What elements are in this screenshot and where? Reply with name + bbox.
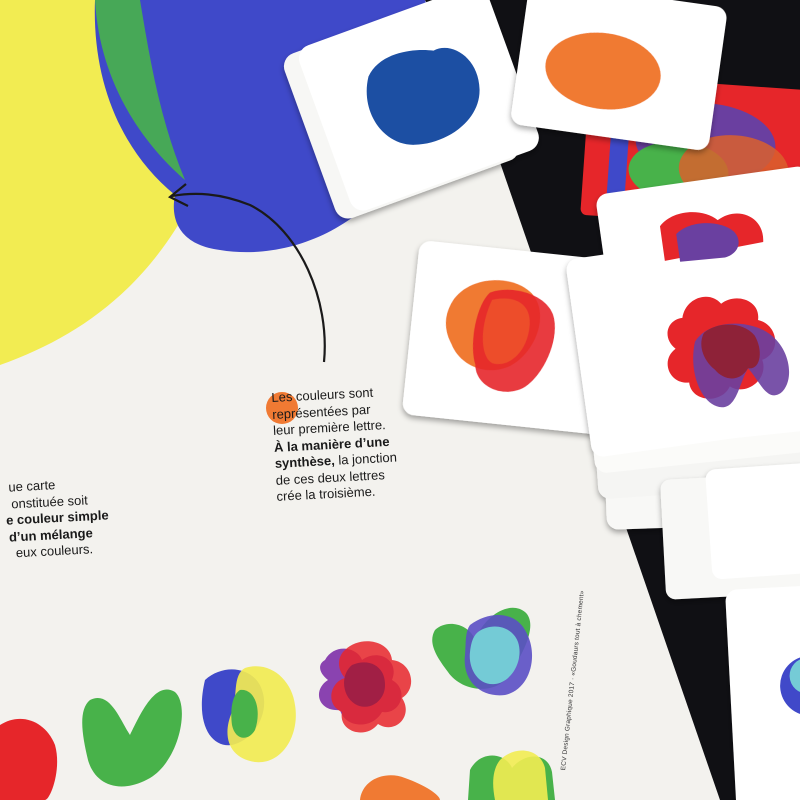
poster-text-right: Les couleurs sont représentées par leur …	[271, 384, 399, 506]
card-red-purple	[613, 249, 800, 448]
card-bottom-right	[725, 583, 800, 800]
lower-yellow-card-face	[705, 460, 800, 580]
right-text-line5-rest: la jonction	[334, 449, 398, 468]
poster-text-left: ue carte onstituée soit e couleur simple…	[0, 474, 111, 562]
photo-scene	[0, 0, 800, 800]
card-lower-yellow-edge	[705, 460, 800, 580]
right-text-line5-bold: synthèse,	[274, 452, 336, 471]
